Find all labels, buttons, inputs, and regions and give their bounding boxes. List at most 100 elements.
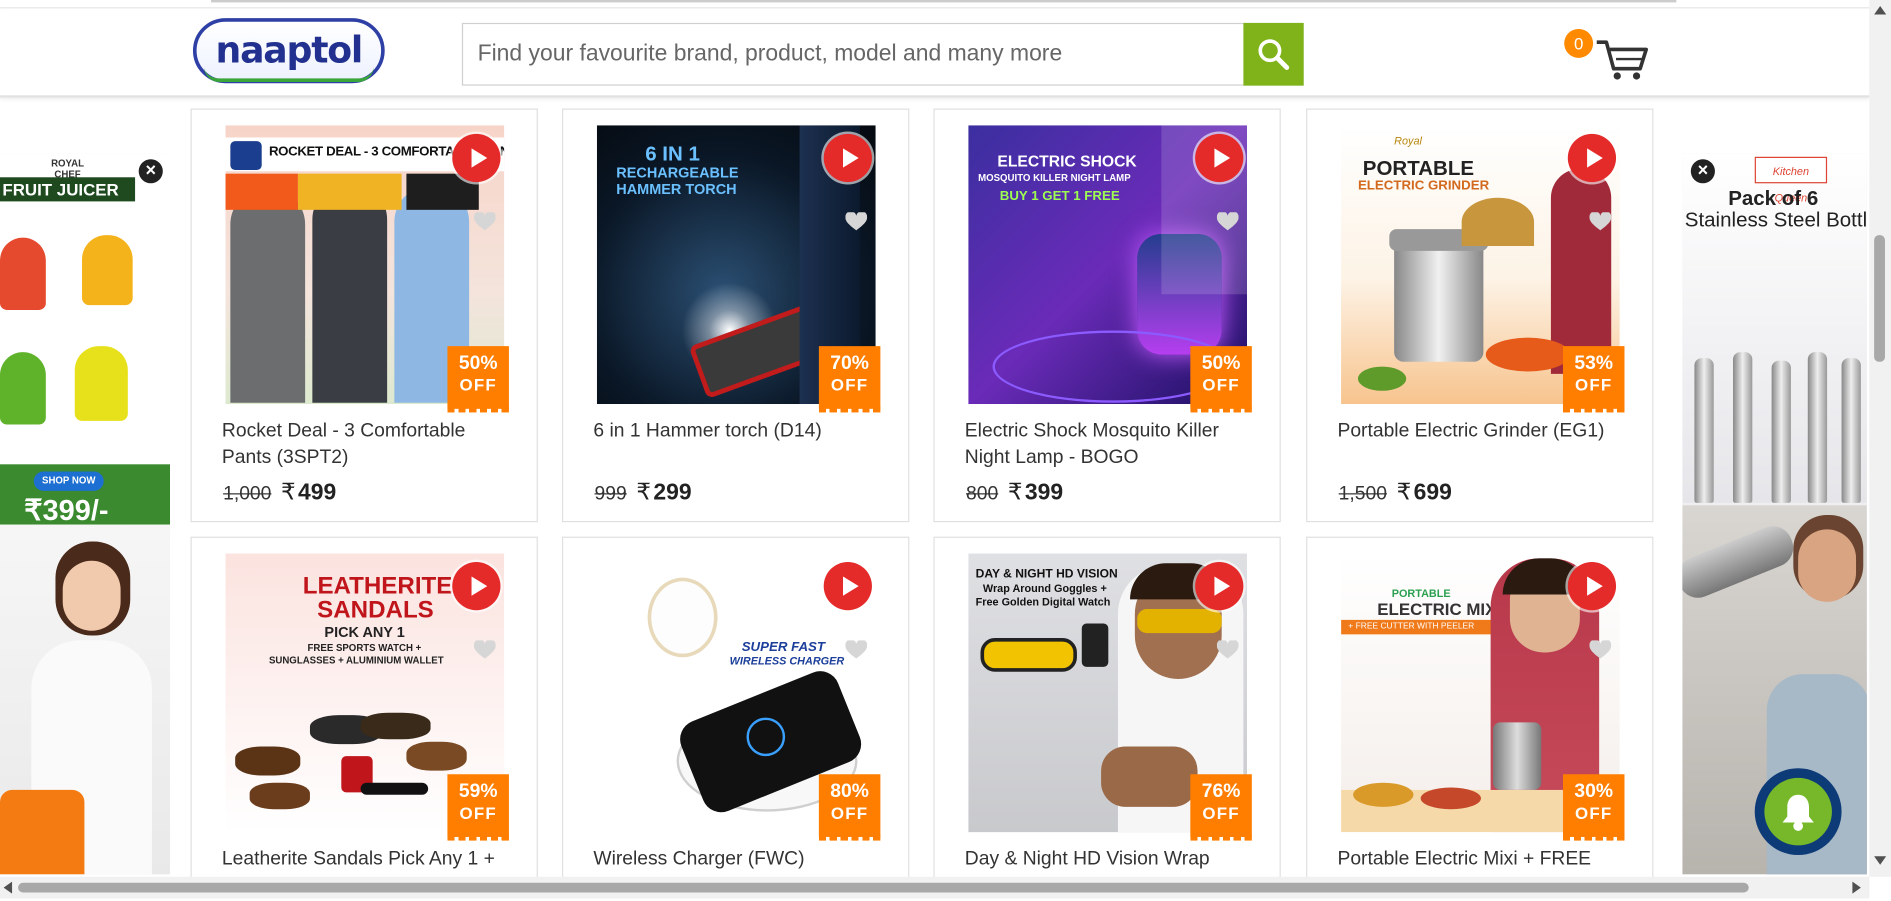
product-price: ₹699 — [1396, 479, 1452, 506]
product-price: ₹299 — [636, 479, 692, 506]
product-prices: 1,500 ₹699 — [1339, 479, 1452, 507]
cart-button[interactable] — [1594, 35, 1649, 83]
discount-badge: 53% OFF — [1562, 346, 1625, 413]
product-banner-line3: + FREE CUTTER WITH PEELER — [1341, 619, 1498, 635]
product-card[interactable]: ELECTRIC SHOCK MOSQUITO KILLER NIGHT LAM… — [933, 108, 1281, 523]
right-side-ad[interactable]: Kitchen Queen Pack of 6 Stainless Steel … — [1682, 153, 1867, 875]
discount-badge: 80% OFF — [818, 774, 881, 841]
discount-badge: 76% OFF — [1190, 774, 1252, 841]
product-name[interactable]: Portable Electric Grinder (EG1) — [1337, 418, 1632, 445]
search-input[interactable] — [463, 24, 1245, 85]
product-mrp: 1,000 — [223, 483, 272, 505]
discount-badge: 70% OFF — [818, 346, 881, 413]
browser-viewport: naaptol 0 ROYAL CHEF FRUIT JUICER — [0, 0, 1891, 901]
heart-icon[interactable] — [473, 640, 496, 659]
product-name[interactable]: 6 in 1 Hammer torch (D14) — [593, 418, 888, 445]
horizontal-scroll-thumb[interactable] — [18, 882, 1749, 893]
ad-price: ₹399/- — [24, 494, 109, 528]
product-name[interactable]: Portable Electric Mixi + FREE — [1337, 847, 1632, 874]
close-right-ad-button[interactable]: × — [1690, 159, 1715, 184]
ad-shop-now[interactable]: SHOP NOW — [33, 471, 104, 491]
ad-brand: Kitchen Queen — [1754, 156, 1828, 204]
ad-title-line2: Stainless Steel Bottl — [1684, 208, 1867, 232]
product-banner-brand: Royal — [1394, 135, 1422, 148]
product-name[interactable]: Electric Shock Mosquito Killer Night Lam… — [965, 418, 1260, 471]
product-mrp: 800 — [966, 483, 999, 505]
search-box — [461, 22, 1304, 86]
heart-icon[interactable] — [473, 212, 496, 231]
heart-icon[interactable] — [1216, 640, 1239, 659]
product-card[interactable]: SUPER FAST WIRELESS CHARGER 80% OFF Wirel… — [561, 536, 910, 887]
product-price: ₹499 — [281, 479, 337, 506]
product-name[interactable]: Rocket Deal - 3 Comfortable Pants (3SPT2… — [222, 418, 517, 471]
product-name[interactable]: Day & Night HD Vision Wrap — [965, 847, 1260, 874]
scroll-down-arrow-icon[interactable] — [1869, 851, 1891, 868]
product-banner-line2: Wrap Around Goggles + — [982, 582, 1107, 595]
product-card[interactable]: 6 IN 1 RECHARGEABLE HAMMER TORCH 70% OFF … — [561, 108, 910, 523]
page-stage: naaptol 0 ROYAL CHEF FRUIT JUICER — [0, 0, 1891, 901]
product-banner-line2: ELECTRIC MIXI — [1377, 599, 1502, 619]
product-prices: 999 ₹299 — [595, 479, 692, 507]
notification-button[interactable] — [1754, 768, 1842, 856]
play-video-button[interactable] — [452, 133, 501, 183]
play-video-button[interactable] — [1567, 133, 1617, 183]
heart-icon[interactable] — [845, 640, 868, 659]
product-name[interactable]: Wireless Charger (FWC) — [593, 847, 888, 874]
ad-model-image — [0, 524, 171, 875]
product-banner-line1: 6 IN 1 — [645, 142, 700, 166]
search-icon — [1258, 39, 1290, 70]
play-video-button[interactable] — [1195, 133, 1244, 183]
discount-badge: 30% OFF — [1562, 774, 1625, 841]
product-prices: 800 ₹399 — [966, 479, 1063, 507]
heart-icon[interactable] — [1589, 640, 1612, 659]
discount-badge: 50% OFF — [1190, 346, 1252, 413]
horizontal-scrollbar[interactable] — [0, 876, 1870, 899]
product-name[interactable]: Leatherite Sandals Pick Any 1 + — [222, 847, 517, 874]
product-banner-line1: PORTABLE — [1391, 587, 1451, 600]
heart-icon[interactable] — [1589, 212, 1612, 231]
play-video-button[interactable] — [1195, 561, 1244, 611]
product-banner-line2: SANDALS — [317, 596, 434, 624]
vertical-scrollbar[interactable] — [1869, 0, 1891, 877]
product-banner-line1: PORTABLE — [1362, 156, 1475, 180]
product-card[interactable]: Royal PORTABLE ELECTRIC GRINDER 53% OFF P… — [1306, 108, 1654, 523]
vertical-scroll-thumb[interactable] — [1874, 235, 1885, 362]
product-price: ₹399 — [1007, 479, 1064, 506]
top-strip — [0, 0, 1870, 9]
product-banner-line2: RECHARGEABLE — [616, 164, 739, 181]
play-video-button[interactable] — [452, 561, 501, 611]
product-banner-line4: FREE SPORTS WATCH + — [307, 642, 422, 654]
play-video-button[interactable] — [823, 133, 872, 183]
product-mrp: 999 — [594, 483, 627, 505]
product-banner-line2: ELECTRIC GRINDER — [1357, 178, 1490, 193]
product-card[interactable]: PORTABLE ELECTRIC MIXI + FREE CUTTER WIT… — [1306, 536, 1654, 887]
discount-badge: 59% OFF — [447, 774, 509, 841]
naaptol-logo[interactable]: naaptol — [192, 18, 385, 84]
play-video-button[interactable] — [823, 561, 872, 611]
product-card[interactable]: ROCKET DEAL - 3 COMFORTABLE PANTS 50% OFF… — [190, 108, 538, 523]
search-button[interactable] — [1243, 22, 1304, 86]
product-card[interactable]: DAY & NIGHT HD VISION Wrap Around Goggle… — [933, 536, 1281, 887]
play-video-button[interactable] — [1567, 561, 1617, 611]
product-banner-line5: SUNGLASSES + ALUMINIUM WALLET — [268, 654, 444, 666]
product-banner-line1: DAY & NIGHT HD VISION — [975, 568, 1118, 582]
product-prices: 1,000 ₹499 — [223, 479, 336, 507]
product-banner-line2: WIRELESS CHARGER — [729, 654, 845, 667]
cart-icon — [1596, 40, 1648, 80]
close-left-ad-button[interactable]: × — [138, 159, 163, 184]
product-banner-line1: SUPER FAST — [741, 640, 825, 655]
scroll-right-arrow-icon[interactable] — [1848, 877, 1865, 899]
discount-badge: 50% OFF — [447, 346, 509, 413]
product-card[interactable]: LEATHERITE SANDALS PICK ANY 1 FREE SPORT… — [190, 536, 538, 887]
bell-icon — [1782, 794, 1814, 831]
product-banner-line3: PICK ANY 1 — [324, 623, 405, 641]
product-banner-line2: MOSQUITO KILLER NIGHT LAMP — [978, 172, 1131, 184]
scroll-left-arrow-icon[interactable] — [0, 877, 17, 899]
heart-icon[interactable] — [1216, 212, 1239, 231]
logo-text: naaptol — [215, 29, 364, 72]
scroll-up-arrow-icon[interactable] — [1869, 2, 1891, 19]
product-banner-line3: HAMMER TORCH — [616, 180, 737, 198]
left-side-ad[interactable]: ROYAL CHEF FRUIT JUICER SHOP NOW ₹399/- … — [0, 153, 171, 875]
ad-title: FRUIT JUICER — [0, 177, 136, 202]
heart-icon[interactable] — [845, 212, 868, 231]
